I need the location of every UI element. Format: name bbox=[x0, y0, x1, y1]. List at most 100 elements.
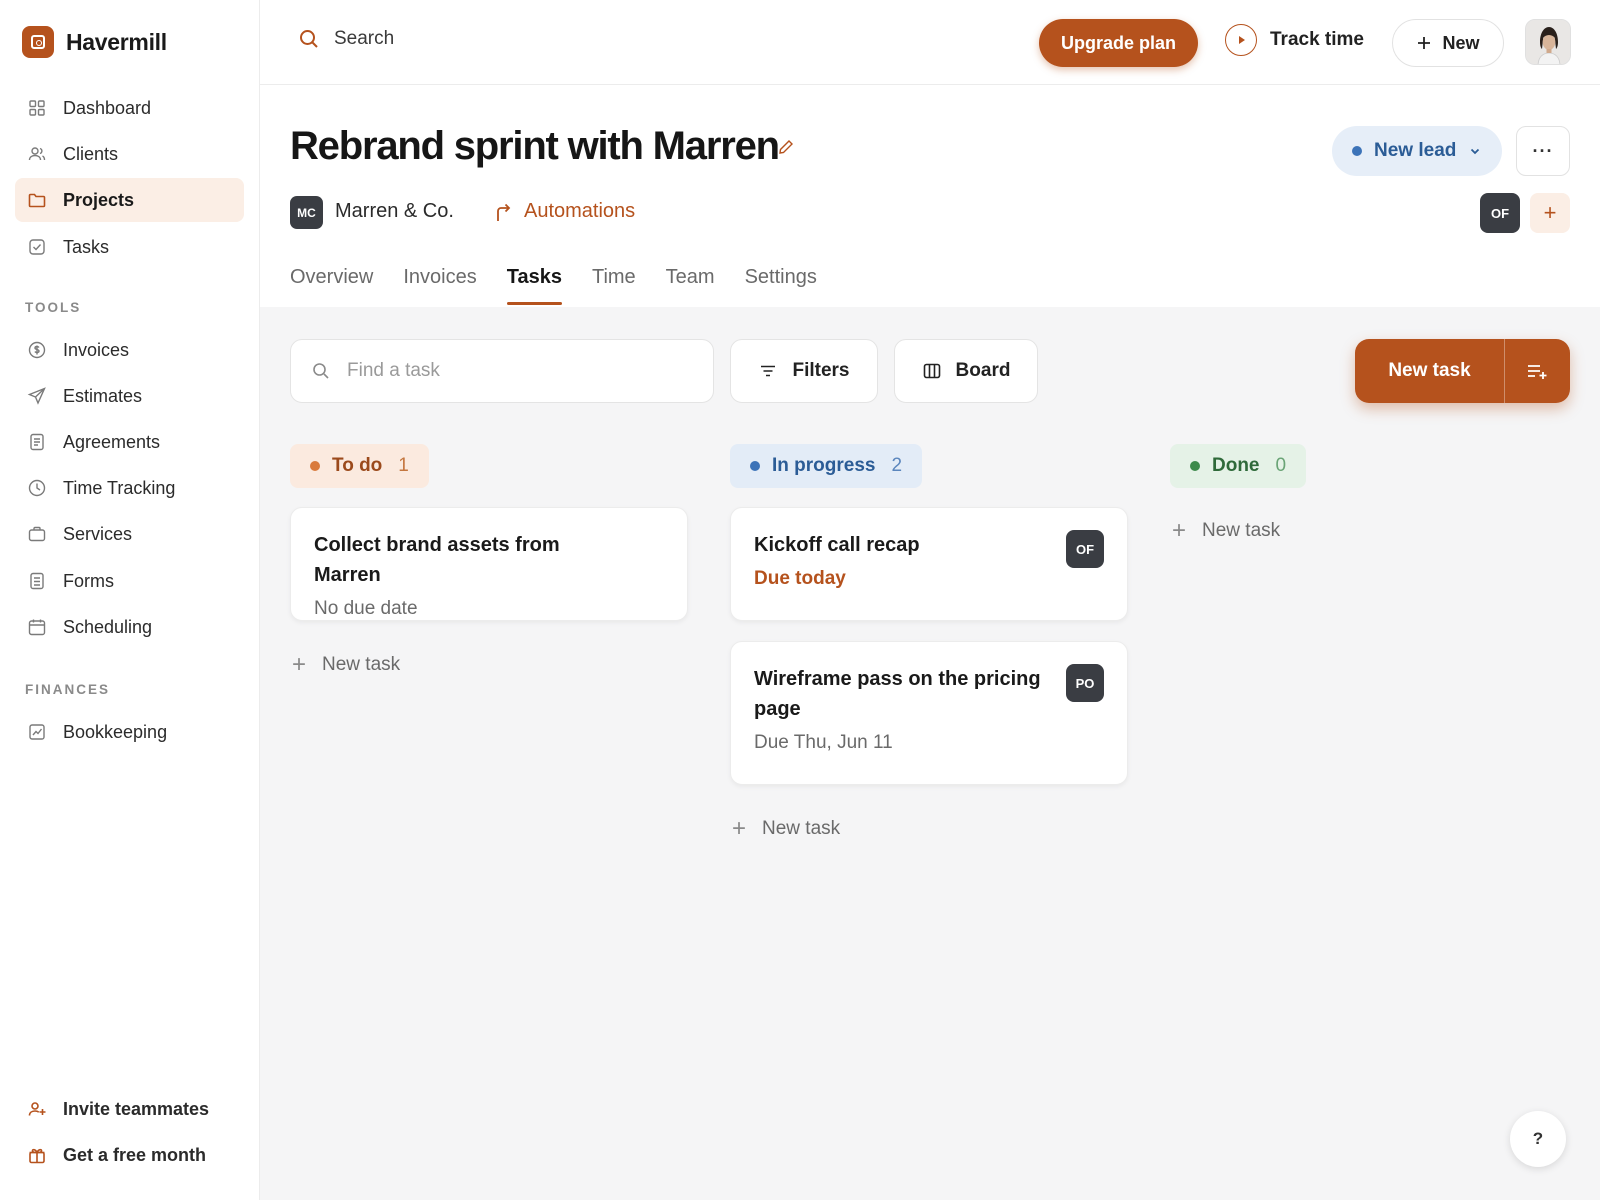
task-title: Kickoff call recap bbox=[754, 534, 920, 556]
calendar-icon bbox=[28, 619, 46, 636]
sidebar-item-services[interactable]: Services bbox=[15, 512, 244, 556]
sidebar: Havermill Dashboard Clients Projects Tas… bbox=[0, 0, 260, 1200]
user-photo-icon bbox=[1526, 20, 1570, 64]
tab-overview[interactable]: Overview bbox=[290, 266, 373, 305]
sidebar-item-label: Scheduling bbox=[63, 616, 153, 637]
add-task-in-progress[interactable]: + New task bbox=[732, 815, 840, 843]
send-icon bbox=[27, 387, 46, 405]
page-title: Rebrand sprint with Marren bbox=[290, 124, 780, 168]
sidebar-item-label: Time Tracking bbox=[63, 477, 176, 498]
play-icon bbox=[1225, 24, 1257, 56]
sidebar-item-scheduling[interactable]: Scheduling bbox=[15, 605, 244, 649]
column-label: In progress bbox=[772, 455, 876, 476]
sidebar-item-label: Bookkeeping bbox=[63, 721, 168, 742]
users-icon bbox=[28, 147, 46, 161]
check-square-icon bbox=[29, 239, 45, 255]
member-avatar[interactable]: OF bbox=[1480, 193, 1520, 233]
task-board: Find a task Filters Board New task To do… bbox=[260, 307, 1600, 1200]
sidebar-item-clients[interactable]: Clients bbox=[15, 132, 244, 176]
sidebar-item-bookkeeping[interactable]: Bookkeeping bbox=[15, 710, 244, 754]
dollar-circle-icon bbox=[28, 341, 46, 359]
help-button[interactable]: ? bbox=[1510, 1111, 1566, 1167]
tab-settings[interactable]: Settings bbox=[745, 266, 817, 305]
column-header-todo: To do 1 bbox=[290, 444, 429, 488]
column-header-in-progress: In progress 2 bbox=[730, 444, 923, 488]
column-header-done: Done 0 bbox=[1170, 444, 1307, 488]
status-dropdown[interactable]: New lead bbox=[1332, 126, 1502, 176]
board-view-button[interactable]: Board bbox=[894, 339, 1038, 403]
assignee-avatar: OF bbox=[1066, 530, 1104, 568]
sidebar-item-label: Tasks bbox=[63, 236, 110, 257]
pencil-icon[interactable] bbox=[777, 138, 795, 156]
automations-link[interactable]: Automations bbox=[494, 200, 635, 223]
brand-name: Havermill bbox=[66, 28, 167, 55]
column-label: To do bbox=[332, 455, 383, 476]
status-dot bbox=[1190, 461, 1200, 471]
tab-tasks[interactable]: Tasks bbox=[506, 266, 563, 305]
column-count: 0 bbox=[1275, 455, 1287, 476]
avatar[interactable] bbox=[1525, 19, 1571, 65]
task-due-date: Due Thu, Jun 11 bbox=[754, 732, 893, 753]
add-list-icon bbox=[1527, 365, 1546, 379]
sidebar-item-label: Invite teammates bbox=[63, 1098, 210, 1119]
status-dot bbox=[1352, 146, 1362, 156]
add-member-button[interactable]: + bbox=[1530, 193, 1570, 233]
client-avatar: MC bbox=[290, 196, 323, 229]
new-label: New bbox=[1442, 32, 1480, 53]
task-card[interactable]: OF Kickoff call recap Due today bbox=[730, 507, 1128, 621]
tab-time[interactable]: Time bbox=[592, 266, 636, 305]
chart-icon bbox=[29, 724, 45, 740]
status-dot bbox=[310, 461, 320, 471]
sidebar-item-estimates[interactable]: Estimates bbox=[15, 374, 244, 418]
sidebar-item-label: Forms bbox=[63, 570, 114, 591]
search-icon bbox=[313, 363, 329, 379]
tab-invoices[interactable]: Invoices bbox=[403, 266, 476, 305]
search-icon bbox=[300, 30, 318, 48]
sidebar-item-label: Dashboard bbox=[63, 97, 152, 118]
folder-icon bbox=[28, 193, 46, 208]
find-task-input[interactable]: Find a task bbox=[290, 339, 714, 403]
new-task-options-button[interactable] bbox=[1504, 339, 1570, 403]
upgrade-plan-button[interactable]: Upgrade plan bbox=[1039, 19, 1198, 67]
add-task-label: New task bbox=[322, 654, 401, 675]
new-button[interactable]: New bbox=[1392, 19, 1504, 67]
add-task-todo[interactable]: + New task bbox=[292, 651, 400, 679]
filter-icon bbox=[761, 365, 776, 377]
status-label: New lead bbox=[1374, 140, 1457, 161]
free-month-link[interactable]: Get a free month bbox=[15, 1133, 244, 1177]
task-title: Wireframe pass on the pricing page bbox=[754, 668, 1041, 720]
client-name[interactable]: Marren & Co. bbox=[335, 200, 454, 223]
user-plus-icon bbox=[28, 1102, 46, 1116]
brand[interactable]: Havermill bbox=[22, 26, 167, 58]
new-task-label[interactable]: New task bbox=[1355, 339, 1504, 403]
sidebar-item-agreements[interactable]: Agreements bbox=[15, 420, 244, 464]
filters-button[interactable]: Filters bbox=[730, 339, 878, 403]
more-options-button[interactable]: ··· bbox=[1516, 126, 1570, 176]
section-label-finances: FINANCES bbox=[25, 682, 111, 697]
add-task-label: New task bbox=[1202, 520, 1281, 541]
task-card[interactable]: Collect brand assets from Marren No due … bbox=[290, 507, 688, 621]
sidebar-item-forms[interactable]: Forms bbox=[15, 559, 244, 603]
columns-icon bbox=[923, 363, 940, 379]
invite-teammates-link[interactable]: Invite teammates bbox=[15, 1087, 244, 1131]
topbar: Search Upgrade plan Track time New bbox=[260, 0, 1600, 85]
automations-label: Automations bbox=[524, 200, 636, 222]
sidebar-item-invoices[interactable]: Invoices bbox=[15, 328, 244, 372]
sidebar-item-projects[interactable]: Projects bbox=[15, 178, 244, 222]
track-time-label: Track time bbox=[1270, 29, 1364, 50]
new-task-button[interactable]: New task bbox=[1355, 339, 1570, 403]
task-card[interactable]: PO Wireframe pass on the pricing page Du… bbox=[730, 641, 1128, 785]
document-icon bbox=[30, 433, 44, 451]
sidebar-item-dashboard[interactable]: Dashboard bbox=[15, 86, 244, 130]
sidebar-item-tasks[interactable]: Tasks bbox=[15, 225, 244, 269]
sidebar-item-time-tracking[interactable]: Time Tracking bbox=[15, 466, 244, 510]
plus-icon bbox=[1418, 37, 1431, 49]
search-button[interactable]: Search bbox=[298, 28, 394, 50]
track-time-button[interactable]: Track time bbox=[1225, 24, 1364, 56]
add-task-done[interactable]: + New task bbox=[1172, 517, 1280, 545]
plus-icon: + bbox=[292, 651, 307, 678]
sidebar-item-label: Get a free month bbox=[63, 1144, 207, 1165]
status-dot bbox=[750, 461, 760, 471]
tab-team[interactable]: Team bbox=[666, 266, 715, 305]
plus-icon: + bbox=[1172, 517, 1187, 544]
